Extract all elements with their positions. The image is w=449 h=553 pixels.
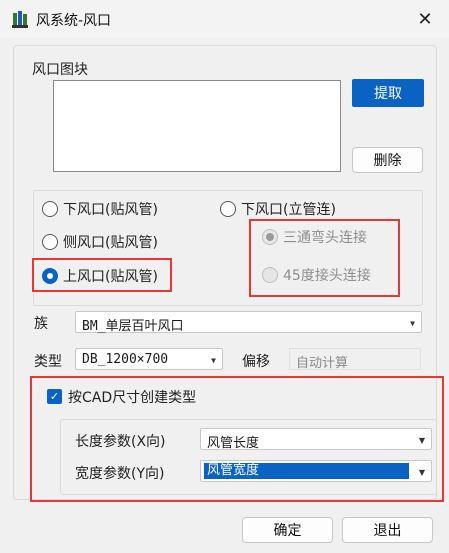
radio-side-duct[interactable] — [42, 234, 58, 250]
type-select[interactable]: DB_1200×700 ▼ — [75, 348, 223, 370]
offset-label: 偏移 — [242, 354, 270, 370]
type-value: DB_1200×700 — [82, 352, 169, 367]
family-select[interactable]: BM_单层百叶风口 ▼ — [75, 311, 422, 334]
radio-lower-riser-label: 下风口(立管连) — [241, 202, 336, 218]
highlight-connection-options — [249, 219, 400, 297]
title-bar: 风系统-风口 ✕ — [0, 0, 449, 38]
close-icon[interactable]: ✕ — [410, 4, 440, 34]
outlet-block-list[interactable] — [53, 80, 341, 172]
highlight-cad-size — [30, 376, 444, 502]
highlight-upper-duct — [32, 258, 172, 292]
delete-button[interactable]: 删除 — [352, 147, 423, 173]
family-label: 族 — [34, 316, 48, 332]
ductwork-app-icon — [12, 11, 28, 28]
chevron-down-icon: ▼ — [211, 356, 216, 365]
family-value: BM_单层百叶风口 — [82, 319, 184, 334]
radio-lower-riser[interactable] — [220, 201, 236, 217]
type-label: 类型 — [34, 354, 62, 370]
offset-field: 自动计算 — [289, 348, 421, 371]
radio-side-duct-label: 侧风口(贴风管) — [63, 235, 158, 251]
extract-button[interactable]: 提取 — [352, 79, 424, 107]
exit-button[interactable]: 退出 — [342, 517, 433, 543]
ok-button[interactable]: 确定 — [242, 517, 333, 543]
chevron-down-icon: ▼ — [410, 319, 415, 328]
radio-lower-duct-label: 下风口(贴风管) — [63, 202, 158, 218]
outlet-block-label: 风口图块 — [32, 62, 88, 78]
radio-lower-duct[interactable] — [42, 201, 58, 217]
window-title: 风系统-风口 — [36, 13, 112, 29]
